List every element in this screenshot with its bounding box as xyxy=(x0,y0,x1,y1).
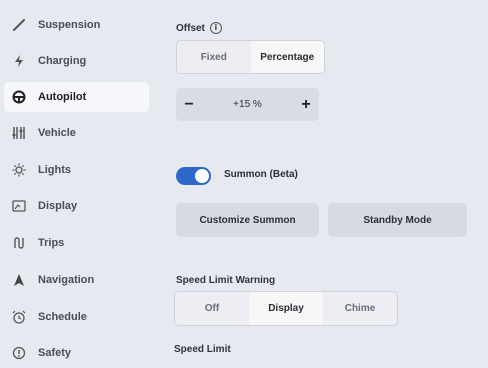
sidebar-item-label: Navigation xyxy=(38,274,95,286)
summon-label: Summon (Beta) xyxy=(224,169,298,180)
sidebar-item-autopilot[interactable]: Autopilot xyxy=(4,82,149,112)
warning-option-display[interactable]: Display xyxy=(249,292,323,325)
sidebar-item-safety[interactable]: Safety xyxy=(4,338,149,368)
sidebar-item-label: Schedule xyxy=(38,311,87,323)
display-icon xyxy=(10,197,28,215)
settings-sidebar: Suspension Charging Autopilot Vehicle Li… xyxy=(0,0,160,366)
sidebar-item-navigation[interactable]: Navigation xyxy=(4,265,149,295)
sidebar-item-label: Display xyxy=(38,200,78,212)
warning-option-off[interactable]: Off xyxy=(175,292,249,325)
sidebar-item-label: Autopilot xyxy=(38,91,87,103)
sidebar-item-label: Vehicle xyxy=(38,127,76,139)
increase-button[interactable]: + xyxy=(293,96,319,114)
info-icon[interactable]: i xyxy=(209,22,222,34)
sidebar-item-vehicle[interactable]: Vehicle xyxy=(4,118,149,148)
speed-limit-title: Speed Limit xyxy=(174,344,231,355)
suspension-icon xyxy=(10,16,28,34)
toggle-knob xyxy=(195,169,209,183)
sun-icon xyxy=(10,161,28,179)
offset-option-fixed[interactable]: Fixed xyxy=(177,41,251,73)
offset-stepper: − +15 % + xyxy=(176,88,319,121)
offset-title: Offset i xyxy=(176,22,222,34)
sidebar-item-lights[interactable]: Lights xyxy=(4,155,149,185)
offset-option-percentage[interactable]: Percentage xyxy=(250,41,324,73)
summon-toggle[interactable] xyxy=(176,167,211,185)
steering-wheel-icon xyxy=(10,88,28,106)
warning-option-chime[interactable]: Chime xyxy=(323,292,397,325)
lightning-icon xyxy=(10,52,28,70)
sidebar-item-label: Charging xyxy=(38,55,87,67)
decrease-button[interactable]: − xyxy=(176,96,202,114)
sidebar-item-schedule[interactable]: Schedule xyxy=(4,302,149,332)
sidebar-item-suspension[interactable]: Suspension xyxy=(4,10,149,40)
sidebar-item-charging[interactable]: Charging xyxy=(4,46,149,76)
navigation-arrow-icon xyxy=(10,271,28,289)
sidebar-item-trips[interactable]: Trips xyxy=(4,228,149,258)
sidebar-item-display[interactable]: Display xyxy=(4,191,149,221)
alarm-clock-icon xyxy=(10,308,28,326)
offset-value: +15 % xyxy=(233,99,262,110)
sidebar-item-label: Suspension xyxy=(38,19,101,31)
speed-limit-warning-title: Speed Limit Warning xyxy=(176,275,276,286)
speed-limit-warning-selector: Off Display Chime xyxy=(174,291,398,326)
standby-mode-button[interactable]: Standby Mode xyxy=(328,203,467,237)
sidebar-item-label: Safety xyxy=(38,347,72,359)
autopilot-settings-panel: Offset i Fixed Percentage − +15 % + Summ… xyxy=(160,0,488,366)
sidebar-item-label: Trips xyxy=(38,237,65,249)
sidebar-item-label: Lights xyxy=(38,164,71,176)
sliders-icon xyxy=(10,124,28,142)
safety-icon xyxy=(10,344,28,362)
trips-icon xyxy=(10,234,28,252)
customize-summon-button[interactable]: Customize Summon xyxy=(176,203,319,237)
offset-mode-selector: Fixed Percentage xyxy=(176,40,325,74)
